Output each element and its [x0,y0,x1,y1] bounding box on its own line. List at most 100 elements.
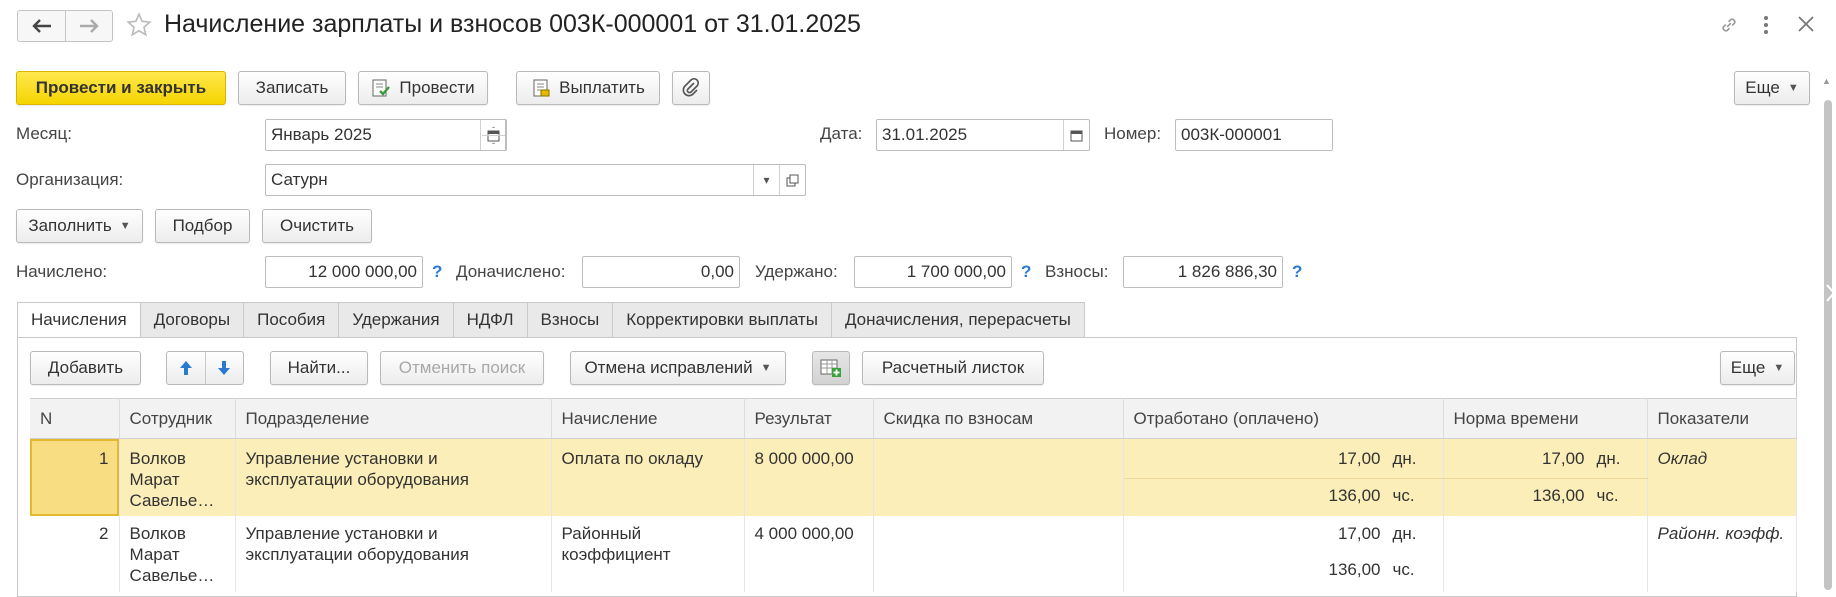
organization-field[interactable]: Сатурн ▾ [265,164,806,196]
norm-hours-unit: чс. [1596,486,1619,505]
accruals-table: N Сотрудник Подразделение Начисление Рез… [30,398,1797,592]
accrual-cell[interactable]: Оплата по окладу [551,438,745,516]
column-header[interactable]: Норма времени [1443,398,1648,439]
month-down-icon[interactable]: - [482,136,505,151]
date-field[interactable]: 31.01.2025 [876,119,1090,151]
worked-days-value: 17,00 [1337,449,1381,468]
norm-hours-cell[interactable]: 136,00 чс. [1443,478,1648,516]
tab-payment-corrections[interactable]: Корректировки выплаты [613,302,832,338]
table-more-button[interactable]: Еще ▼ [1720,351,1795,385]
department-cell[interactable]: Управление установки и эксплуатации обор… [235,515,552,592]
save-button[interactable]: Записать [238,71,346,105]
help-icon[interactable]: ? [1292,262,1302,282]
post-and-close-button[interactable]: Провести и закрыть [16,71,226,105]
fill-button[interactable]: Заполнить ▼ [16,209,143,243]
column-header[interactable]: Сотрудник [119,398,236,439]
favorite-star-icon[interactable] [126,12,152,43]
employee-cell[interactable]: Волков Марат Савелье… [119,438,236,516]
move-down-button[interactable] [206,352,244,384]
help-icon[interactable]: ? [432,262,442,282]
tab-recalculations[interactable]: Доначисления, перерасчеты [831,302,1085,338]
cancel-corrections-button[interactable]: Отмена исправлений ▼ [570,351,786,385]
month-label: Месяц: [16,124,72,143]
number-value: 003К-000001 [1181,125,1282,144]
worked-hours-cell[interactable]: 136,00 чс. [1123,553,1444,592]
column-header[interactable]: N [30,398,120,439]
add-row-button[interactable]: Добавить [30,351,141,385]
tab-contracts[interactable]: Договоры [140,302,245,338]
scroll-up-icon[interactable]: ▲ [1822,76,1831,86]
worked-hours-value: 136,00 [1328,559,1381,579]
tab-benefits[interactable]: Пособия [244,302,340,338]
pay-button-label: Выплатить [559,78,645,97]
panel-expand-chevron-icon[interactable] [1826,284,1836,307]
column-header[interactable]: Отработано (оплачено) [1123,398,1444,439]
month-field[interactable]: Январь 2025 [265,119,507,151]
employee-name-line: Савелье… [129,565,215,585]
find-button[interactable]: Найти... [270,351,368,385]
close-icon[interactable] [1797,15,1815,38]
result-cell[interactable]: 8 000 000,00 [744,438,874,516]
tab-accruals[interactable]: Начисления [17,302,141,338]
result-cell[interactable]: 4 000 000,00 [744,515,874,592]
worked-days-cell[interactable]: 17,00 дн. [1123,515,1444,554]
add-table-toggle[interactable] [812,351,850,385]
payslip-button[interactable]: Расчетный листок [862,351,1044,385]
open-link-icon[interactable] [779,165,805,195]
row-number[interactable]: 2 [30,515,120,592]
cancel-search-button[interactable]: Отменить поиск [380,351,544,385]
month-stepper[interactable]: - - [482,119,506,151]
back-button[interactable] [18,11,66,41]
select-button[interactable]: Подбор [155,209,250,243]
table-row[interactable]: 2 Волков Марат Савелье… Управление устан… [30,515,1797,592]
norm-hours-cell[interactable] [1443,553,1648,592]
norm-hours-value: 136,00 [1532,486,1585,505]
tab-deductions[interactable]: Удержания [339,302,454,338]
cancel-corrections-label: Отмена исправлений [584,358,753,377]
additional-field: 0,00 [582,256,740,288]
department-cell[interactable]: Управление установки и эксплуатации обор… [235,438,552,516]
norm-days-cell[interactable] [1443,515,1648,554]
pay-button[interactable]: Выплатить [516,71,660,105]
kebab-menu-icon[interactable] [1761,14,1771,41]
forward-button[interactable] [66,11,112,41]
dropdown-arrow-icon[interactable]: ▾ [753,165,779,195]
tab-ndfl[interactable]: НДФЛ [453,302,528,338]
accrual-line: Районный [561,523,642,543]
clear-button[interactable]: Очистить [262,209,372,243]
indicators-cell[interactable]: Оклад [1647,438,1797,516]
month-up-icon[interactable]: - [482,120,505,136]
norm-days-cell[interactable]: 17,00 дн. [1443,438,1648,479]
column-header[interactable]: Скидка по взносам [873,398,1124,439]
column-header[interactable]: Начисление [551,398,745,439]
page-title: Начисление зарплаты и взносов 003К-00000… [164,10,861,38]
calendar-icon[interactable] [1063,120,1089,150]
link-icon[interactable] [1718,14,1740,41]
column-header[interactable]: Подразделение [235,398,552,439]
move-up-button[interactable] [167,352,206,384]
more-button[interactable]: Еще ▼ [1734,71,1810,105]
arrow-right-icon [80,19,99,33]
help-icon[interactable]: ? [1021,262,1031,282]
row-number[interactable]: 1 [30,438,120,516]
number-field[interactable]: 003К-000001 [1175,119,1333,151]
table-row[interactable]: 1 Волков Марат Савелье… Управление устан… [30,438,1797,516]
paperclip-icon [682,78,700,97]
chevron-down-icon: ▼ [760,362,772,374]
accrual-cell[interactable]: Районный коэффициент [551,515,745,592]
vertical-scrollbar[interactable] [1824,100,1832,590]
attach-button[interactable] [672,71,710,105]
column-header[interactable]: Результат [744,398,874,439]
column-header[interactable]: Показатели [1647,398,1797,439]
worked-hours-cell[interactable]: 136,00 чс. [1123,478,1444,516]
table-plus-icon [820,359,841,377]
discount-cell[interactable] [873,515,1124,592]
worked-days-cell[interactable]: 17,00 дн. [1123,438,1444,479]
indicators-cell[interactable]: Районн. коэфф. [1647,515,1797,592]
discount-cell[interactable] [873,438,1124,516]
worked-days-unit: дн. [1392,523,1417,543]
fill-button-label: Заполнить [28,216,112,235]
post-button[interactable]: Провести [358,71,488,105]
employee-cell[interactable]: Волков Марат Савелье… [119,515,236,592]
tab-contributions[interactable]: Взносы [527,302,614,338]
